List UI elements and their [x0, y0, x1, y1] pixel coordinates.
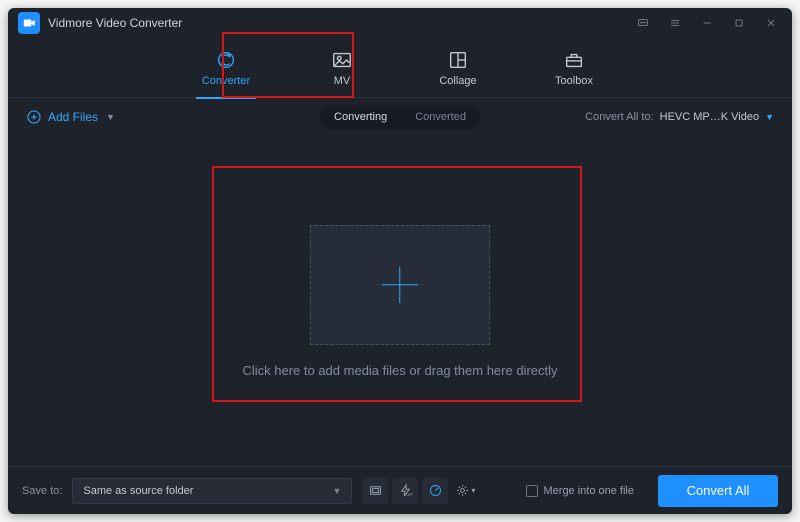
convert-all-to-select[interactable]: Convert All to: HEVC MP…K Video ▼ — [585, 111, 774, 123]
tab-label: Toolbox — [555, 75, 593, 87]
save-to-value: Same as source folder — [83, 485, 193, 497]
sub-bar: Add Files ▼ Converting Converted Convert… — [8, 98, 792, 136]
tab-converted[interactable]: Converted — [401, 111, 480, 123]
tab-converting[interactable]: Converting — [320, 111, 401, 123]
chevron-down-icon: ▼ — [332, 486, 341, 496]
window-controls — [636, 16, 778, 30]
toolbox-icon — [563, 49, 585, 71]
title-bar: Vidmore Video Converter — [8, 8, 792, 38]
chevron-down-icon: ▾ — [471, 486, 475, 495]
open-folder-button[interactable] — [362, 478, 388, 504]
collage-icon — [447, 49, 469, 71]
maximize-icon[interactable] — [732, 16, 746, 30]
convert-all-to-value: HEVC MP…K Video — [660, 111, 759, 123]
app-logo — [18, 12, 40, 34]
main-area: Click here to add media files or drag th… — [8, 136, 792, 466]
merge-checkbox[interactable]: Merge into one file — [526, 485, 635, 497]
drop-zone[interactable]: Click here to add media files or drag th… — [242, 225, 557, 378]
convert-all-label: Convert All — [687, 483, 750, 498]
menu-icon[interactable] — [668, 16, 682, 30]
gear-icon — [455, 483, 470, 498]
speed-icon — [428, 483, 443, 498]
tab-label: MV — [334, 75, 351, 87]
tab-mv[interactable]: MV — [304, 43, 380, 93]
feedback-icon[interactable] — [636, 16, 650, 30]
add-files-label: Add Files — [48, 110, 98, 124]
convert-all-button[interactable]: Convert All — [658, 475, 778, 507]
convert-all-to-label: Convert All to: — [585, 111, 653, 123]
tab-converter[interactable]: Converter — [188, 43, 264, 93]
tab-label: Collage — [439, 75, 476, 87]
svg-text:OFF: OFF — [406, 493, 413, 497]
drop-target-box[interactable] — [310, 225, 490, 345]
chevron-down-icon: ▼ — [765, 112, 774, 122]
add-files-button[interactable]: Add Files ▼ — [26, 109, 115, 125]
bolt-off-icon: OFF — [398, 483, 413, 498]
tab-toolbox[interactable]: Toolbox — [536, 43, 612, 93]
merge-label: Merge into one file — [544, 485, 635, 497]
top-nav: Converter MV Collage Toolbox — [8, 38, 792, 98]
plus-icon — [382, 267, 418, 303]
folder-icon — [368, 483, 383, 498]
converter-icon — [215, 49, 237, 71]
mv-icon — [331, 49, 353, 71]
chevron-down-icon: ▼ — [106, 112, 115, 122]
status-tabs: Converting Converted — [320, 105, 480, 129]
drop-hint: Click here to add media files or drag th… — [242, 363, 557, 378]
checkbox-icon — [526, 485, 538, 497]
save-to-label: Save to: — [22, 485, 62, 497]
plus-circle-icon — [26, 109, 42, 125]
close-icon[interactable] — [764, 16, 778, 30]
minimize-icon[interactable] — [700, 16, 714, 30]
tab-label: Converter — [202, 75, 250, 87]
tab-collage[interactable]: Collage — [420, 43, 496, 93]
app-title: Vidmore Video Converter — [48, 16, 182, 30]
save-to-select[interactable]: Same as source folder ▼ — [72, 478, 352, 504]
app-window: Vidmore Video Converter Converter MV Col… — [8, 8, 792, 514]
hardware-accel-button[interactable]: OFF — [392, 478, 418, 504]
footer-icons: OFF ▾ — [362, 478, 478, 504]
settings-button[interactable]: ▾ — [452, 478, 478, 504]
footer-bar: Save to: Same as source folder ▼ OFF ▾ M… — [8, 466, 792, 514]
high-speed-button[interactable] — [422, 478, 448, 504]
